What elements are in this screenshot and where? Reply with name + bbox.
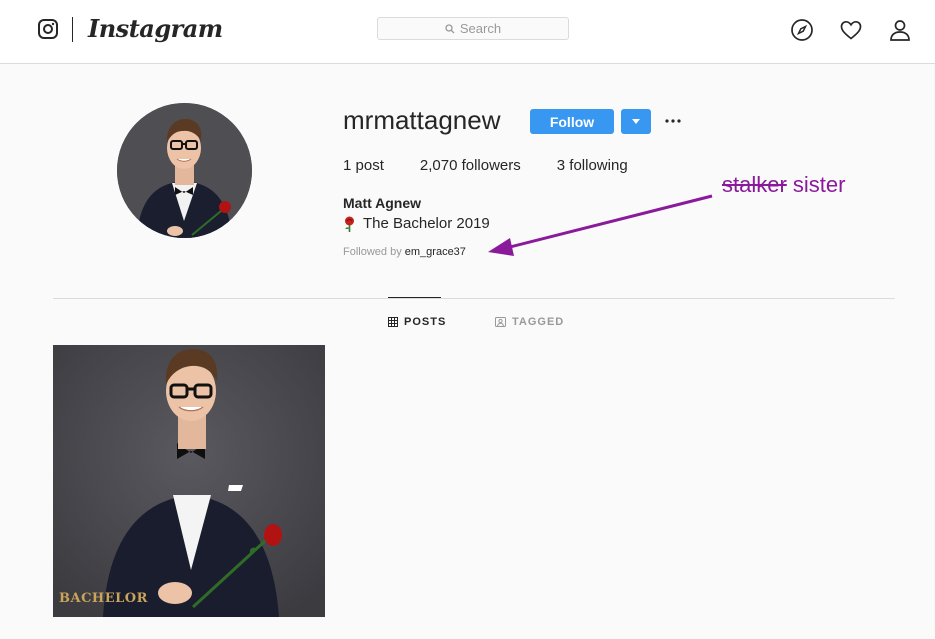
profile-avatar[interactable] — [117, 103, 252, 238]
active-tab-indicator — [388, 297, 441, 298]
tabs-divider — [53, 298, 895, 299]
top-navigation-bar: Instagram Search — [0, 0, 935, 64]
avatar-portrait-image — [117, 103, 252, 238]
followed-by-line: Followed by em_grace37 — [343, 246, 466, 258]
bachelor-logo: BACHELOR — [59, 591, 148, 606]
search-placeholder: Search — [459, 21, 502, 36]
instagram-wordmark[interactable]: Instagram — [88, 14, 223, 43]
search-icon — [445, 23, 455, 33]
heart-activity-icon[interactable] — [839, 18, 863, 42]
more-options-button[interactable] — [664, 112, 682, 130]
logo-divider — [72, 17, 73, 42]
profile-stats: 1 post 2,070 followers 3 following — [343, 157, 664, 174]
post-portrait-image — [53, 345, 325, 617]
tab-tagged[interactable]: TAGGED — [495, 316, 564, 328]
rose-emoji-icon — [345, 216, 354, 232]
compass-explore-icon[interactable] — [790, 18, 814, 42]
followed-by-prefix: Followed by — [343, 246, 405, 258]
annotation-label: stalker sister — [722, 172, 845, 198]
instagram-camera-icon[interactable] — [38, 19, 58, 39]
bio-text: The Bachelor 2019 — [363, 215, 490, 232]
follow-button[interactable]: Follow — [530, 109, 614, 134]
ellipsis-icon — [665, 119, 681, 123]
following-count-link[interactable]: 3 following — [557, 157, 628, 174]
tab-posts-label: POSTS — [404, 316, 447, 328]
profile-username: mrmattagnew — [343, 105, 501, 135]
suggestions-dropdown-button[interactable] — [621, 109, 651, 134]
post-thumbnail[interactable]: BACHELOR — [53, 345, 325, 617]
posts-count: 1 post — [343, 157, 384, 174]
annotation-struck-text: stalker — [722, 172, 787, 197]
followed-by-user-link[interactable]: em_grace37 — [405, 246, 466, 258]
search-input[interactable]: Search — [377, 17, 569, 40]
profile-full-name: Matt Agnew — [343, 195, 422, 211]
annotation-text: sister — [792, 172, 846, 197]
followers-count-link[interactable]: 2,070 followers — [420, 157, 521, 174]
tab-tagged-label: TAGGED — [512, 316, 565, 328]
profile-bio: The Bachelor 2019 — [343, 215, 490, 232]
caret-down-icon — [632, 118, 640, 124]
grid-icon — [388, 317, 398, 327]
tagged-person-icon — [495, 317, 506, 327]
profile-person-icon[interactable] — [888, 18, 912, 42]
tab-posts[interactable]: POSTS — [388, 316, 446, 328]
